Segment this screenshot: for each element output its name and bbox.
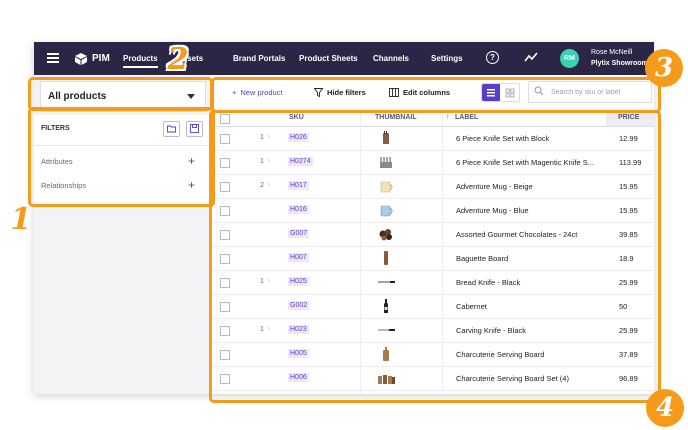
activity-trend-icon[interactable]: [524, 52, 538, 62]
user-company: Plytix Showroom: [591, 60, 648, 67]
plytix-logo-icon: [75, 53, 87, 65]
top-navigation-bar: PIM Products Assets Brand Portals Produc…: [34, 42, 654, 75]
nav-settings[interactable]: Settings: [431, 54, 463, 63]
help-icon[interactable]: ?: [486, 51, 499, 64]
user-name: Rose McNeill: [591, 49, 633, 56]
callout-badge-4: 4: [646, 389, 684, 427]
nav-product-sheets[interactable]: Product Sheets: [299, 54, 358, 63]
nav-channels[interactable]: Channels: [373, 54, 409, 63]
hamburger-menu-icon[interactable]: [47, 53, 59, 63]
nav-products[interactable]: Products: [123, 54, 158, 68]
callout-box-grid: [209, 110, 661, 403]
callout-box-toolbar: [211, 77, 661, 113]
callout-number-2: 2: [167, 42, 189, 77]
user-avatar[interactable]: RM: [560, 49, 579, 68]
callout-number-1: 1: [10, 202, 32, 237]
callout-box-catalog: [28, 77, 213, 111]
app-brand: PIM: [92, 53, 110, 64]
callout-box-filters: [28, 107, 215, 207]
nav-brand-portals[interactable]: Brand Portals: [233, 54, 285, 63]
callout-badge-3: 3: [645, 49, 683, 87]
